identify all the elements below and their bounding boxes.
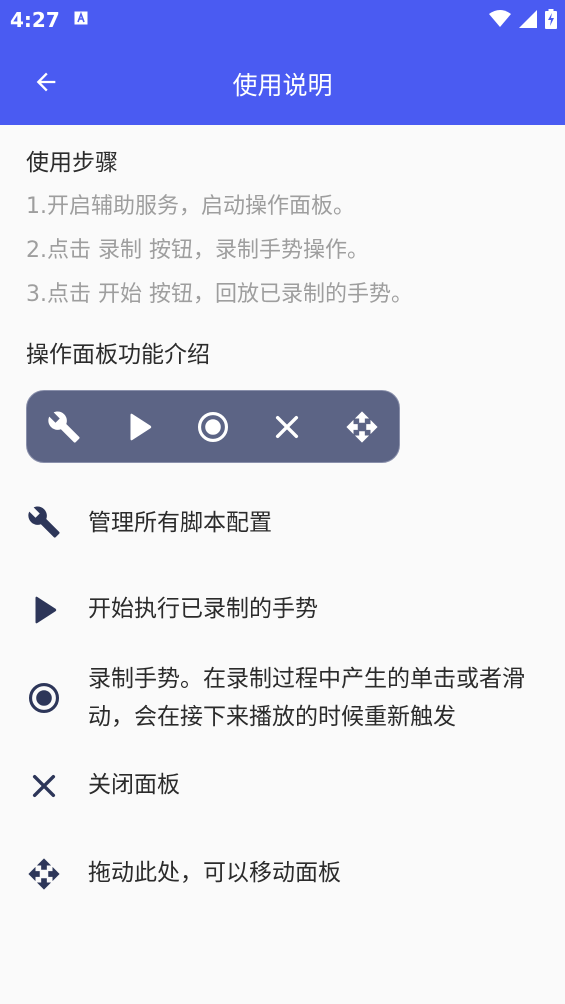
feature-text: 拖动此处，可以移动面板 xyxy=(88,860,341,886)
a-square-icon xyxy=(74,11,88,25)
close-icon xyxy=(276,415,299,438)
close-icon xyxy=(32,774,56,798)
operation-panel-preview xyxy=(26,390,400,463)
play-icon xyxy=(130,413,151,440)
usage-step-2: 2.点击 录制 按钮，录制手势操作。 xyxy=(26,238,369,263)
usage-step-3: 3.点击 开始 按钮，回放已录制的手势。 xyxy=(26,282,413,307)
feature-item: 拖动此处，可以移动面板 xyxy=(26,854,546,894)
feature-text: 管理所有脚本配置 xyxy=(88,510,272,536)
status-icons xyxy=(489,9,557,29)
feature-record xyxy=(26,680,62,716)
feature-text: 关闭面板 xyxy=(88,772,180,798)
wrench-icon xyxy=(48,411,80,443)
feature-item: 录制手势。在录制过程中产生的单击或者滑动，会在接下来播放的时候重新触发 xyxy=(26,660,546,740)
feature-play xyxy=(26,592,62,628)
move-icon xyxy=(346,410,378,443)
panel-intro-title: 操作面板功能介绍 xyxy=(26,342,210,368)
feature-item: 关闭面板 xyxy=(26,766,546,806)
feature-item: 开始执行已录制的手势 xyxy=(26,590,546,630)
usage-step-1: 1.开启辅助服务，启动操作面板。 xyxy=(26,194,355,219)
feature-item: 管理所有脚本配置 xyxy=(26,502,546,542)
signal-icon xyxy=(519,10,537,28)
usage-title: 使用步骤 xyxy=(26,150,118,176)
status-time: 4:27 xyxy=(10,8,60,32)
record-icon xyxy=(197,411,229,442)
record-icon xyxy=(28,682,60,714)
feature-close xyxy=(26,768,62,804)
wifi-icon xyxy=(489,10,511,27)
feature-text: 录制手势。在录制过程中产生的单击或者滑动，会在接下来播放的时候重新触发 xyxy=(88,666,525,730)
page-title: 使用说明 xyxy=(232,71,333,100)
play-icon xyxy=(35,596,57,624)
wrench-icon xyxy=(28,506,60,538)
status-bar: 4:27 xyxy=(0,0,565,38)
feature-text: 开始执行已录制的手势 xyxy=(88,596,318,622)
panel-close-icon xyxy=(250,411,324,443)
app-bar: 使用说明 xyxy=(0,38,565,125)
panel-play-icon xyxy=(101,410,175,444)
battery-icon xyxy=(545,9,557,29)
move-icon xyxy=(28,858,60,890)
feature-wrench xyxy=(26,504,62,540)
panel-move-icon xyxy=(325,410,399,444)
feature-move xyxy=(26,856,62,892)
panel-record-icon xyxy=(176,410,250,444)
panel-wrench-icon xyxy=(27,410,101,444)
